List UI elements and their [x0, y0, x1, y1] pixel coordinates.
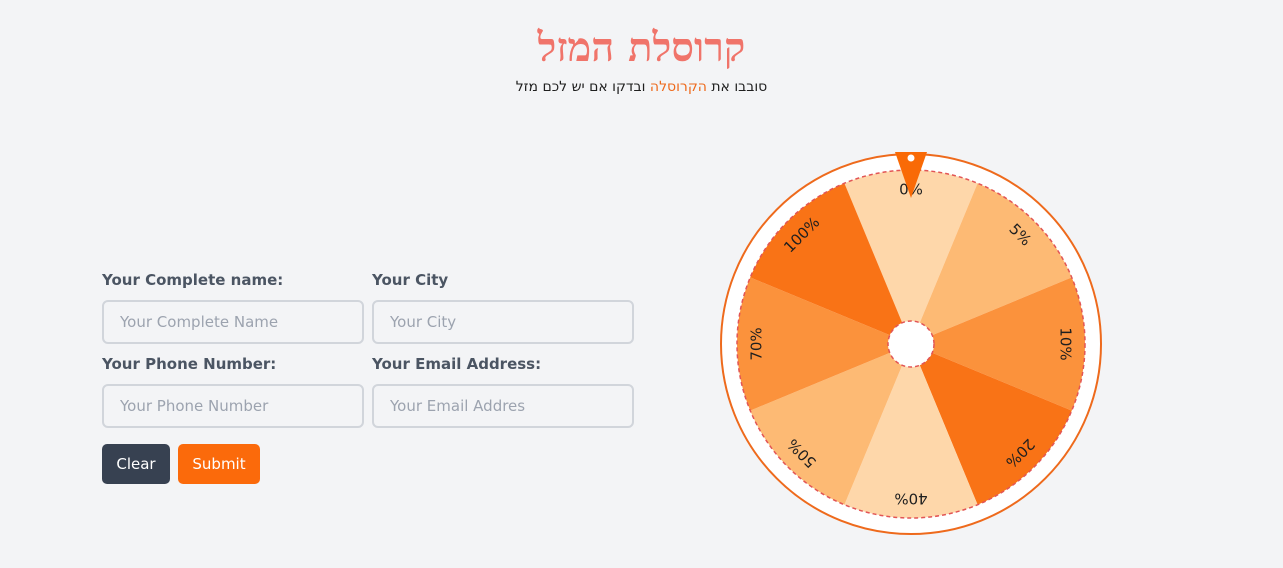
page-title: קרוסלת המזל: [537, 24, 746, 71]
wheel-segment-label: 40%: [894, 490, 927, 508]
wheel-center-hub[interactable]: [887, 320, 935, 368]
page: קרוסלת המזל סובבו את הקרוסלה ובדקו אם יש…: [0, 0, 1283, 568]
submit-button[interactable]: Submit: [178, 444, 260, 484]
wheel-segment-label: 70%: [748, 327, 766, 360]
email-label: Your Email Address:: [372, 355, 542, 373]
wheel-segment-label: 10%: [1057, 327, 1075, 360]
fortune-wheel[interactable]: 0%5%10%20%40%50%70%100%: [715, 148, 1107, 540]
city-label: Your City: [372, 271, 449, 289]
subtitle-part-2: ובדקו אם יש לכם מזל: [515, 79, 650, 95]
wheel-pointer-dot: [907, 154, 915, 162]
subtitle-part-1: סובבו את: [706, 79, 768, 95]
name-label: Your Complete name:: [102, 271, 284, 289]
email-input[interactable]: [372, 384, 634, 428]
clear-button[interactable]: Clear: [102, 444, 170, 484]
phone-input[interactable]: [102, 384, 364, 428]
subtitle-accent: הקרוסלה: [649, 79, 707, 95]
city-input[interactable]: [372, 300, 634, 344]
name-input[interactable]: [102, 300, 364, 344]
phone-label: Your Phone Number:: [102, 355, 277, 373]
page-subtitle: סובבו את הקרוסלה ובדקו אם יש לכם מזל: [0, 79, 1283, 95]
